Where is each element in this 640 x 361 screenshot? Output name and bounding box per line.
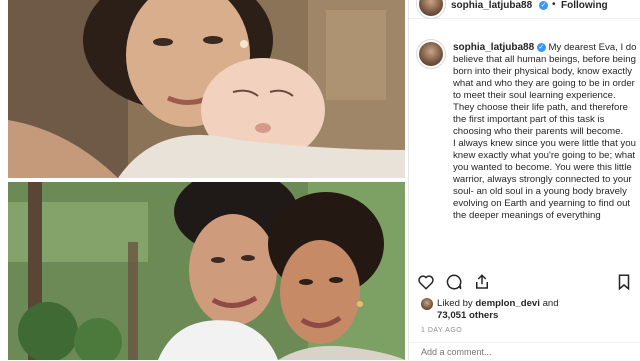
header-username[interactable]: sophia_latjuba88: [451, 0, 532, 11]
caption-author-avatar[interactable]: [419, 42, 443, 66]
share-icon[interactable]: [473, 273, 491, 296]
post-header: sophia_latjuba88 ✓ • Following: [409, 0, 640, 19]
caption-paragraph-1: sophia_latjuba88 ✓ My dearest Eva, I do …: [453, 42, 637, 138]
liked-by-line: Liked by demplon_devi and: [437, 298, 559, 309]
bookmark-icon[interactable]: [615, 273, 633, 296]
caption-username[interactable]: sophia_latjuba88: [453, 42, 534, 53]
liked-by-and: and: [542, 298, 559, 309]
liked-by-prefix: Liked by: [437, 298, 473, 309]
comment-icon[interactable]: [445, 273, 463, 296]
likes-count-link[interactable]: 73,051 others: [437, 310, 498, 321]
comment-input[interactable]: [419, 346, 603, 358]
portrait-photo-illustration: [8, 182, 405, 360]
vintage-photo-illustration: [8, 0, 405, 178]
heart-icon[interactable]: [417, 273, 435, 296]
post-details-panel: sophia_latjuba88 ✓ • Following sophia_la…: [408, 0, 640, 360]
post-actions-bar: [417, 273, 633, 295]
follow-status-button[interactable]: Following: [561, 0, 608, 11]
author-avatar[interactable]: [419, 0, 443, 16]
caption-paragraph-2: I always knew since you were little that…: [453, 138, 636, 221]
liker-username[interactable]: demplon_devi: [475, 298, 540, 309]
verified-badge-icon: ✓: [539, 1, 548, 10]
post-photo-top: [8, 0, 405, 178]
post-photo-bottom: [8, 182, 405, 360]
liker-avatar[interactable]: [421, 298, 433, 310]
caption-text-1: My dearest Eva, I do believe that all hu…: [453, 42, 637, 137]
caption-verified-badge-icon: ✓: [536, 42, 546, 52]
post-timestamp[interactable]: 1 DAY AGO: [421, 327, 462, 334]
header-separator: •: [552, 0, 556, 10]
post-caption: sophia_latjuba88 ✓ My dearest Eva, I do …: [453, 42, 637, 269]
post-media[interactable]: [0, 0, 410, 360]
comment-input-area[interactable]: [409, 342, 640, 361]
